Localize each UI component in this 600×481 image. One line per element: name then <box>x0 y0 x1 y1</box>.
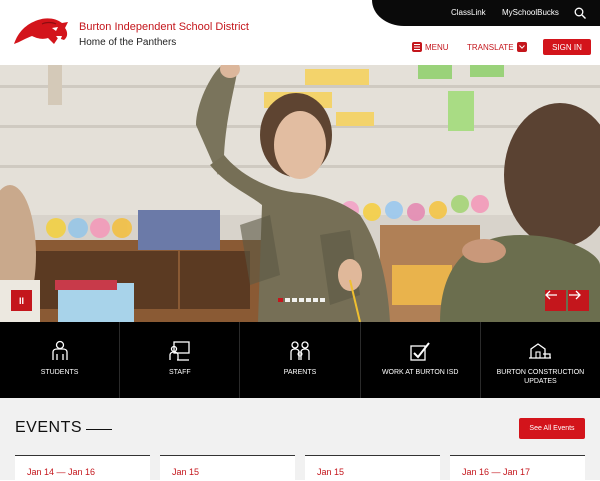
heading-divider <box>86 429 112 430</box>
pause-button[interactable]: II <box>11 290 32 311</box>
work-icon <box>410 342 430 361</box>
see-all-events-button[interactable]: See All Events <box>519 418 585 439</box>
translate-button[interactable]: TRANSLATE <box>467 40 527 54</box>
slide-dot[interactable] <box>285 298 290 302</box>
translate-label: TRANSLATE <box>467 42 514 52</box>
slide-dot[interactable] <box>320 298 325 302</box>
staff-icon <box>169 341 190 361</box>
event-date: Jan 14 — Jan 16 <box>27 467 96 477</box>
chevron-down-icon <box>516 42 527 52</box>
hero-photo <box>0 65 600 322</box>
event-date: Jan 15 <box>317 467 345 477</box>
site-header: Burton Independent School District Home … <box>0 0 600 65</box>
quicklink-label: STUDENTS <box>40 369 79 376</box>
menu-button[interactable]: MENU <box>412 40 449 54</box>
students-icon <box>51 340 68 360</box>
slide-indicators <box>278 298 325 302</box>
event-card[interactable]: Jan 14 — Jan 16 <box>15 455 150 481</box>
slide-dot[interactable] <box>306 298 311 302</box>
event-date: Jan 15 <box>172 467 200 477</box>
event-card[interactable]: Jan 16 — Jan 17 <box>450 455 585 481</box>
quicklink-construction[interactable]: BURTON CONSTRUCTION UPDATES <box>481 322 600 398</box>
search-icon[interactable] <box>574 7 586 19</box>
myschoolbucks-link[interactable]: MySchoolBucks <box>502 8 559 17</box>
event-card[interactable]: Jan 15 <box>160 455 295 481</box>
hamburger-icon <box>412 42 422 52</box>
slide-dot[interactable] <box>313 298 318 302</box>
slide-dot[interactable] <box>292 298 297 302</box>
parents-icon <box>290 341 310 360</box>
events-section: EVENTS See All Events Jan 14 — Jan 16 Ja… <box>0 398 600 481</box>
slide-dot[interactable] <box>299 298 304 302</box>
classlink-link[interactable]: ClassLink <box>451 8 486 17</box>
quicklink-label: WORK AT BURTON ISD <box>381 369 459 376</box>
hero-slideshow: II <box>0 65 600 322</box>
utility-bar: ClassLink MySchoolBucks <box>372 0 600 26</box>
quicklink-work[interactable]: WORK AT BURTON ISD <box>361 322 481 398</box>
quicklink-staff[interactable]: STAFF <box>120 322 241 398</box>
quicklink-parents[interactable]: PARENTS <box>240 322 361 398</box>
quicklink-label: STAFF <box>168 369 191 376</box>
panther-logo[interactable] <box>12 14 70 50</box>
events-heading: EVENTS <box>15 419 83 436</box>
arrow-left-icon <box>545 290 557 300</box>
quicklink-label: BURTON CONSTRUCTION UPDATES <box>496 369 585 385</box>
next-slide-button[interactable] <box>568 290 589 311</box>
menu-label: MENU <box>425 42 449 52</box>
quick-links-bar: STUDENTS STAFF PARENTS WORK AT BURTON IS… <box>0 322 600 398</box>
quicklink-students[interactable]: STUDENTS <box>0 322 121 398</box>
previous-slide-button[interactable] <box>545 290 566 311</box>
construction-icon <box>529 343 552 359</box>
arrow-right-icon <box>569 290 581 300</box>
site-tagline: Home of the Panthers <box>79 37 177 48</box>
pause-icon: II <box>18 295 24 306</box>
slide-dot[interactable] <box>278 298 283 302</box>
event-date: Jan 16 — Jan 17 <box>462 467 531 477</box>
sign-in-button[interactable]: SIGN IN <box>543 39 591 55</box>
event-card[interactable]: Jan 15 <box>305 455 440 481</box>
district-name[interactable]: Burton Independent School District <box>79 21 249 33</box>
quicklink-label: PARENTS <box>283 369 317 376</box>
